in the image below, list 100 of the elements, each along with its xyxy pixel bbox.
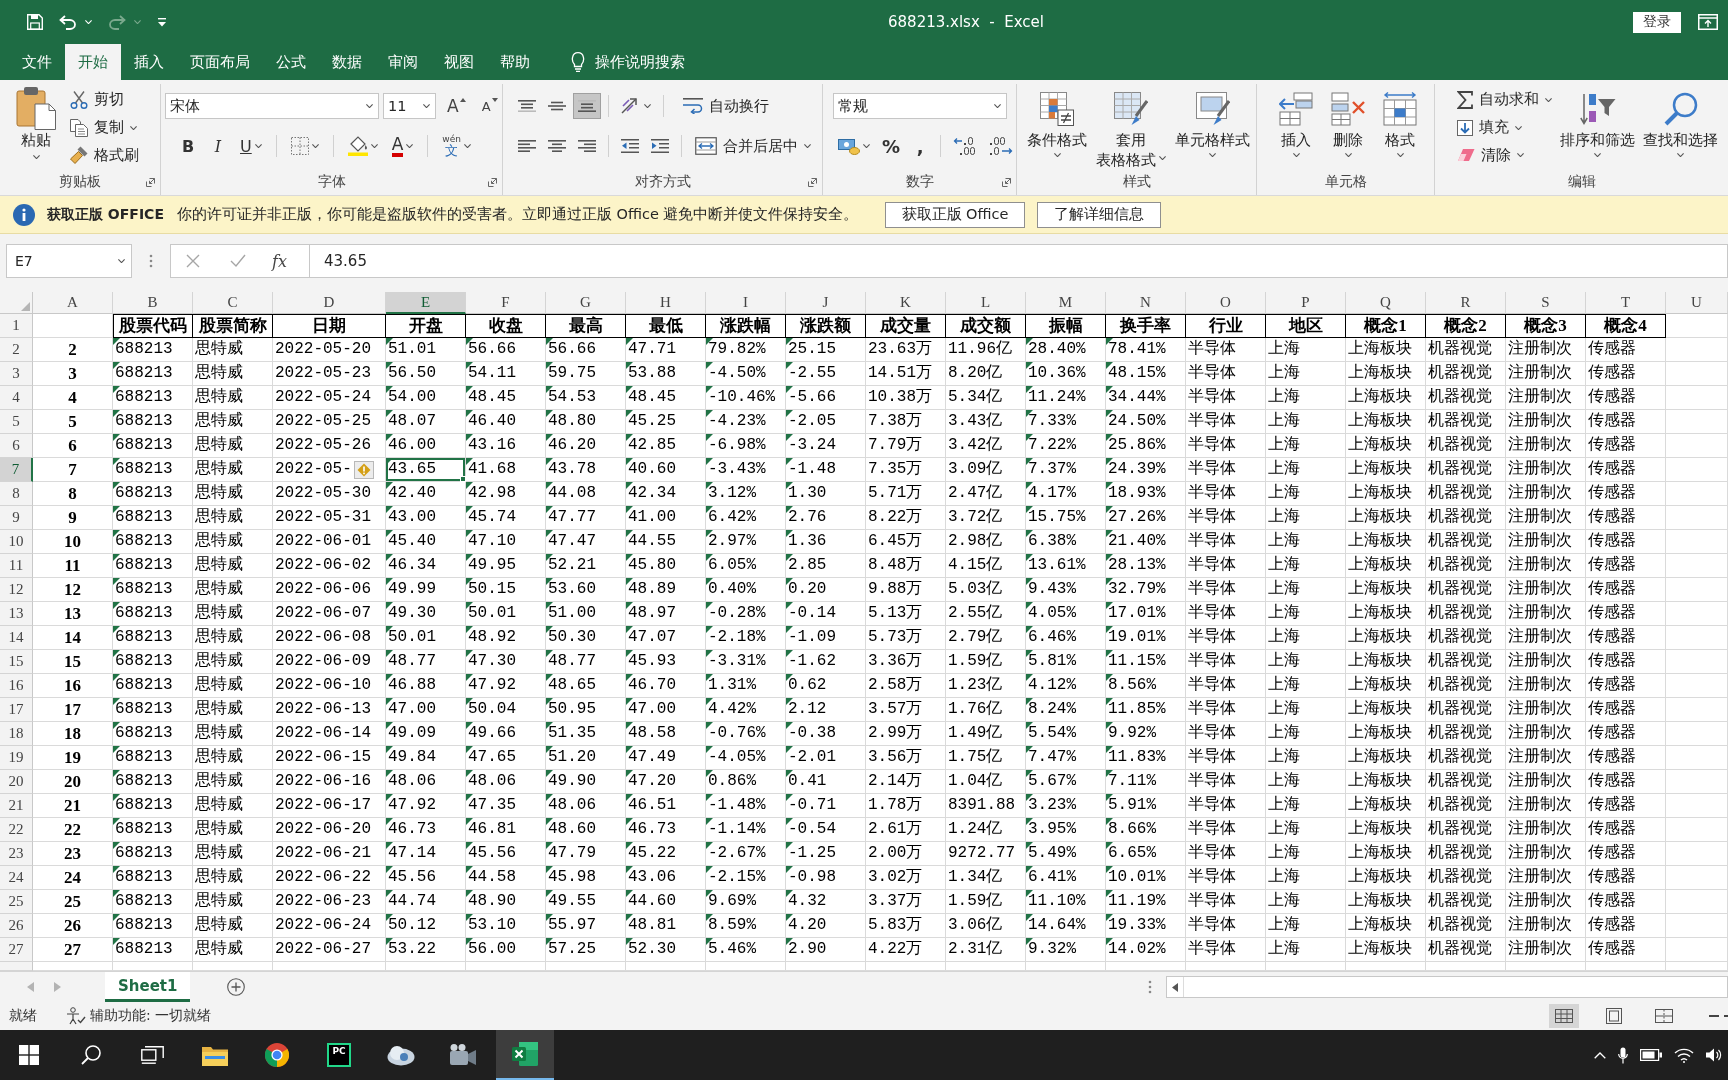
insert-function-button[interactable]: fx <box>272 251 287 271</box>
row-header[interactable]: 17 <box>0 698 33 722</box>
microphone-icon[interactable] <box>1618 1046 1628 1064</box>
speaker-icon[interactable] <box>1706 1048 1722 1062</box>
row-header[interactable]: 23 <box>0 842 33 866</box>
clear-button[interactable]: 清除 <box>1453 141 1556 169</box>
wrap-text-button[interactable]: 自动换行 <box>679 93 773 119</box>
row-header[interactable]: 27 <box>0 938 33 962</box>
row-header[interactable]: 8 <box>0 482 33 506</box>
ribbon-display-icon[interactable] <box>1698 14 1718 30</box>
bold-button[interactable]: B <box>175 133 201 159</box>
row-header[interactable]: 22 <box>0 818 33 842</box>
cell-styles-button[interactable]: 单元格样式 <box>1171 86 1254 169</box>
column-header[interactable]: N <box>1106 292 1186 314</box>
column-header[interactable]: H <box>626 292 706 314</box>
normal-view-button[interactable] <box>1549 1004 1579 1028</box>
find-select-button[interactable]: 查找和选择 <box>1639 86 1722 169</box>
dialog-launcher-icon[interactable] <box>1002 177 1011 187</box>
battery-icon[interactable] <box>1640 1049 1662 1061</box>
column-header[interactable]: Q <box>1346 292 1426 314</box>
font-name-dropdown[interactable]: 宋体 <box>165 93 379 119</box>
row-header[interactable]: 5 <box>0 410 33 434</box>
row-header[interactable]: 13 <box>0 602 33 626</box>
bottom-align-button[interactable] <box>573 93 601 119</box>
dialog-launcher-icon[interactable] <box>488 177 497 187</box>
name-box[interactable]: E7 <box>6 244 132 278</box>
grow-font-button[interactable]: A <box>442 93 471 119</box>
sign-in-button[interactable]: 登录 <box>1633 11 1681 33</box>
horizontal-scrollbar[interactable] <box>1166 976 1728 998</box>
insert-cells-button[interactable]: 插入 <box>1275 86 1317 169</box>
column-header[interactable]: K <box>866 292 946 314</box>
percent-button[interactable]: % <box>877 133 906 159</box>
column-header[interactable]: L <box>946 292 1026 314</box>
column-header[interactable]: J <box>786 292 866 314</box>
ribbon-tab[interactable]: 数据 <box>319 44 375 80</box>
column-header[interactable]: D <box>273 292 386 314</box>
column-header[interactable]: S <box>1506 292 1586 314</box>
ribbon-tab[interactable]: 公式 <box>263 44 319 80</box>
row-header[interactable]: 18 <box>0 722 33 746</box>
dialog-launcher-icon[interactable] <box>808 177 817 187</box>
column-header[interactable]: U <box>1666 292 1728 314</box>
message-button[interactable]: 获取正版 Office <box>884 201 1026 228</box>
column-header[interactable]: R <box>1426 292 1506 314</box>
ribbon-tab[interactable]: 审阅 <box>375 44 431 80</box>
format-as-table-button[interactable]: 套用 表格格式 <box>1092 86 1170 169</box>
row-header[interactable]: 1 <box>0 314 33 338</box>
column-header[interactable]: O <box>1186 292 1266 314</box>
sheet-tab[interactable]: Sheet1 <box>105 972 191 1002</box>
column-header[interactable]: M <box>1026 292 1106 314</box>
merge-center-button[interactable]: 合并后居中 <box>691 133 815 159</box>
row-header[interactable]: 7 <box>0 458 33 482</box>
wifi-icon[interactable] <box>1674 1047 1694 1063</box>
column-header[interactable]: T <box>1586 292 1666 314</box>
tell-me-search[interactable]: 操作说明搜索 <box>571 44 685 80</box>
row-header[interactable]: 21 <box>0 794 33 818</box>
row-header[interactable]: 11 <box>0 554 33 578</box>
ribbon-tab[interactable]: 视图 <box>431 44 487 80</box>
fill-handle[interactable] <box>460 476 466 482</box>
format-painter-button[interactable]: 格式刷 <box>66 141 143 169</box>
row-header[interactable]: 10 <box>0 530 33 554</box>
column-header[interactable]: P <box>1266 292 1346 314</box>
column-header[interactable]: G <box>546 292 626 314</box>
ribbon-tab[interactable]: 帮助 <box>487 44 543 80</box>
autosum-button[interactable]: 自动求和 <box>1453 86 1556 114</box>
delete-cells-button[interactable]: 删除 <box>1327 86 1369 169</box>
splitter-icon[interactable] <box>1148 980 1152 994</box>
column-header[interactable]: B <box>113 292 193 314</box>
dialog-launcher-icon[interactable] <box>146 177 155 187</box>
row-header[interactable]: 2 <box>0 338 33 362</box>
row-header[interactable]: 19 <box>0 746 33 770</box>
row-header[interactable]: 15 <box>0 650 33 674</box>
column-header[interactable]: C <box>193 292 273 314</box>
formula-field[interactable]: 43.65 <box>309 244 1728 278</box>
row-header[interactable]: 6 <box>0 434 33 458</box>
italic-button[interactable]: I <box>205 133 231 159</box>
row-header[interactable]: 26 <box>0 914 33 938</box>
accessibility-button[interactable]: 辅助功能: 一切就绪 <box>66 1007 212 1025</box>
row-header[interactable]: 4 <box>0 386 33 410</box>
row-header[interactable]: 20 <box>0 770 33 794</box>
row-header[interactable]: 9 <box>0 506 33 530</box>
row-header[interactable]: 24 <box>0 866 33 890</box>
row-header[interactable]: 3 <box>0 362 33 386</box>
cut-button[interactable]: 剪切 <box>66 86 143 114</box>
row-header[interactable]: 25 <box>0 890 33 914</box>
format-cells-button[interactable]: 格式 <box>1379 86 1421 169</box>
column-header[interactable]: I <box>706 292 786 314</box>
message-button[interactable]: 了解详细信息 <box>1037 201 1162 228</box>
row-header[interactable]: 12 <box>0 578 33 602</box>
font-size-dropdown[interactable]: 11 <box>383 93 436 119</box>
row-header[interactable]: 14 <box>0 626 33 650</box>
copy-button[interactable]: 复制 <box>66 113 143 142</box>
phonetic-guide-button[interactable]: wén 文 <box>437 133 476 159</box>
taskbar-button[interactable]: PC <box>310 1030 368 1080</box>
scroll-left-icon[interactable] <box>1172 982 1178 992</box>
ribbon-tab[interactable]: 文件 <box>9 44 65 80</box>
ribbon-tab[interactable]: 插入 <box>121 44 177 80</box>
conditional-formatting-button[interactable]: 条件格式 <box>1023 86 1091 169</box>
row-header[interactable]: 16 <box>0 674 33 698</box>
grip-icon[interactable] <box>149 254 153 268</box>
column-header[interactable]: F <box>466 292 546 314</box>
